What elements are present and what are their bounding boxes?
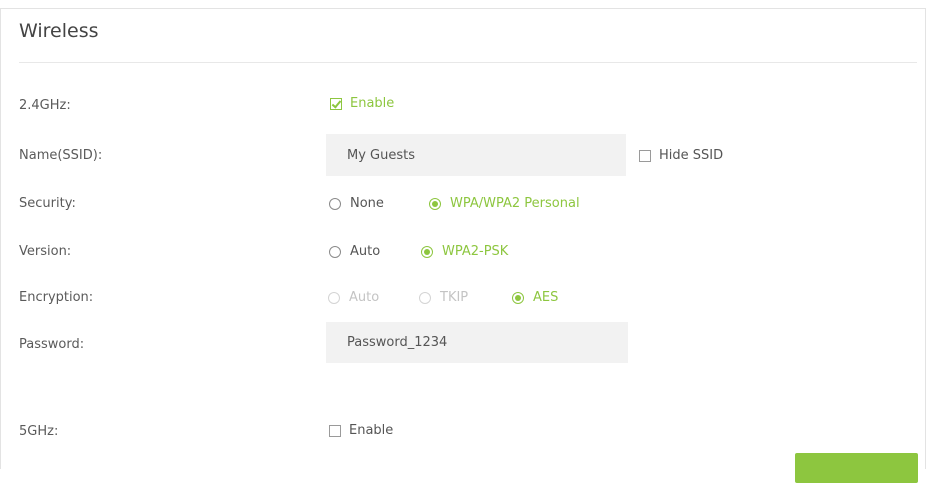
version-radio-wpa2-psk[interactable]: WPA2-PSK xyxy=(421,244,508,259)
version-radio-auto[interactable]: Auto xyxy=(329,244,380,259)
encryption-radio-auto[interactable]: Auto xyxy=(328,290,379,305)
ssid-label: Name(SSID): xyxy=(19,148,103,163)
security-radio-none[interactable]: None xyxy=(329,196,384,211)
encryption-radio-aes[interactable]: AES xyxy=(512,290,558,305)
band-24-label: 2.4GHz: xyxy=(19,98,71,113)
band-24-enable-label: Enable xyxy=(350,96,395,111)
ssid-input[interactable] xyxy=(326,134,626,176)
radio-selected-icon xyxy=(512,291,524,304)
radio-disabled-icon xyxy=(419,291,431,304)
radio-unselected-icon xyxy=(329,197,341,210)
save-button[interactable] xyxy=(795,453,918,483)
encryption-option-label: Auto xyxy=(349,290,380,305)
radio-selected-icon xyxy=(429,197,441,210)
version-label: Version: xyxy=(19,244,72,259)
encryption-option-label: TKIP xyxy=(440,290,469,305)
checkbox-checked-icon xyxy=(330,97,342,110)
password-label: Password: xyxy=(19,337,85,352)
security-radio-wpa-personal[interactable]: WPA/WPA2 Personal xyxy=(429,196,580,211)
checkbox-unchecked-icon xyxy=(639,149,651,162)
security-option-label: None xyxy=(350,196,384,211)
wireless-panel xyxy=(0,8,926,469)
title-divider xyxy=(19,62,917,63)
radio-disabled-icon xyxy=(328,291,340,304)
encryption-label: Encryption: xyxy=(19,290,94,305)
checkbox-unchecked-icon xyxy=(329,424,341,437)
version-option-label: WPA2-PSK xyxy=(442,244,509,259)
band-5-label: 5GHz: xyxy=(19,424,59,439)
band-24-enable-checkbox[interactable]: Enable xyxy=(330,96,394,111)
band-5-enable-checkbox[interactable]: Enable xyxy=(329,423,393,438)
band-5-enable-label: Enable xyxy=(349,423,394,438)
radio-selected-icon xyxy=(421,245,433,258)
hide-ssid-checkbox[interactable]: Hide SSID xyxy=(639,148,723,163)
security-label: Security: xyxy=(19,196,76,211)
encryption-option-label: AES xyxy=(533,290,559,305)
hide-ssid-label: Hide SSID xyxy=(659,148,724,163)
encryption-radio-tkip[interactable]: TKIP xyxy=(419,290,468,305)
radio-unselected-icon xyxy=(329,245,341,258)
security-option-label: WPA/WPA2 Personal xyxy=(450,196,580,211)
version-option-label: Auto xyxy=(350,244,381,259)
section-title: Wireless xyxy=(19,20,99,42)
password-input[interactable] xyxy=(326,322,628,363)
